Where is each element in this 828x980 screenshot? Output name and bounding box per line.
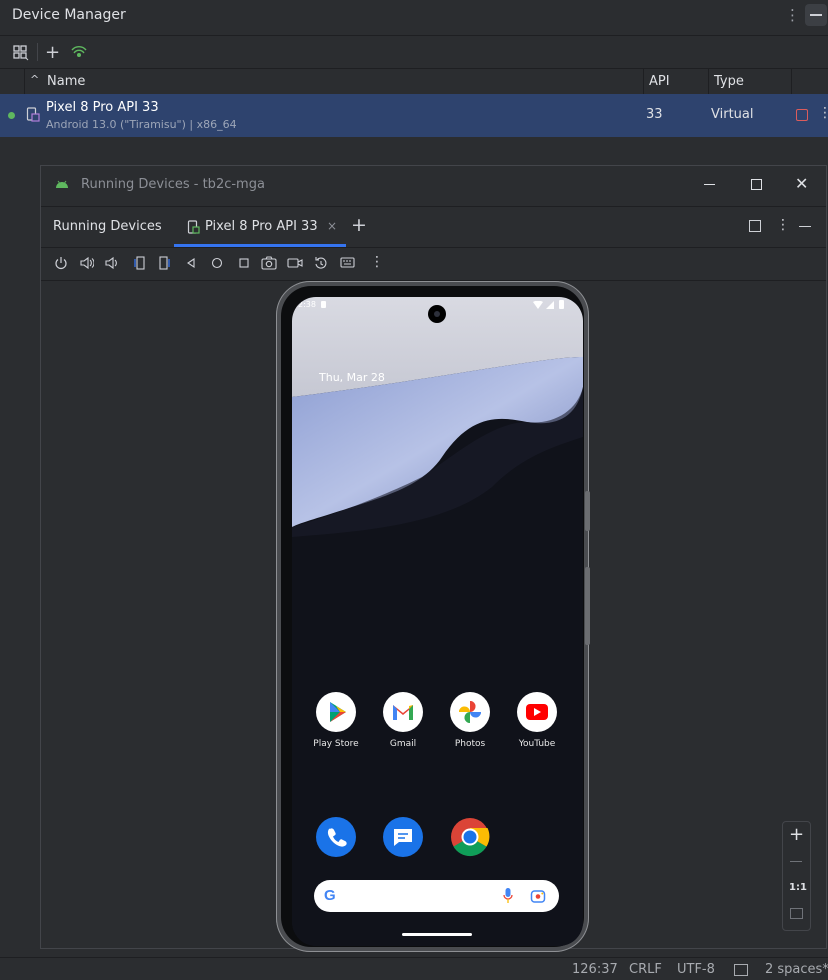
add-tab-button[interactable]: + xyxy=(351,214,367,236)
android-icon xyxy=(55,178,69,190)
add-device-button[interactable]: + xyxy=(45,42,60,63)
google-search-bar[interactable]: G xyxy=(314,880,559,912)
app-label: Gmail xyxy=(389,739,417,749)
zoom-out-button[interactable] xyxy=(790,861,802,862)
sort-ascending-icon[interactable]: ^ xyxy=(30,73,39,86)
minimize-button[interactable] xyxy=(805,4,827,26)
front-camera xyxy=(428,305,446,323)
snapshot-restore-icon[interactable] xyxy=(314,256,328,270)
google-g-icon: G xyxy=(324,887,336,904)
device-details: Android 13.0 ("Tiramisu") | x86_64 xyxy=(46,118,237,131)
active-tab-indicator xyxy=(174,244,346,247)
ide-status-bar: 126:37 CRLF UTF-8 2 spaces* xyxy=(0,957,828,980)
app-youtube[interactable]: YouTube xyxy=(502,692,572,749)
minimize-icon xyxy=(810,14,822,16)
device-manager-title: Device Manager xyxy=(12,7,126,23)
stop-device-button[interactable] xyxy=(796,109,808,121)
zoom-controls: + 1:1 xyxy=(782,821,811,931)
panel-hide-icon[interactable] xyxy=(799,226,811,227)
readonly-toggle-icon[interactable] xyxy=(734,964,748,976)
tab-pixel-8-pro[interactable]: Pixel 8 Pro API 33 × xyxy=(174,207,346,247)
device-name: Pixel 8 Pro API 33 xyxy=(46,100,159,115)
rotate-right-icon[interactable] xyxy=(158,256,172,270)
zoom-actual-size-button[interactable]: 1:1 xyxy=(789,882,807,893)
column-api[interactable]: API xyxy=(649,74,670,89)
volume-up-icon[interactable] xyxy=(80,256,94,270)
phone-wifi-icon xyxy=(533,301,543,309)
phone-app-icon[interactable] xyxy=(316,817,356,857)
file-encoding[interactable]: UTF-8 xyxy=(677,962,715,977)
window-minimize-button[interactable] xyxy=(704,184,715,185)
device-type: Virtual xyxy=(711,107,754,122)
virtual-device-icon xyxy=(26,107,40,123)
home-icon[interactable] xyxy=(210,256,224,270)
overview-icon[interactable] xyxy=(237,256,251,270)
device-more-icon[interactable]: ⋮ xyxy=(818,105,828,121)
caret-position[interactable]: 126:37 xyxy=(572,962,618,977)
youtube-icon xyxy=(517,692,557,732)
voice-search-icon[interactable] xyxy=(503,887,513,904)
pair-wifi-icon[interactable] xyxy=(70,44,88,62)
line-ending[interactable]: CRLF xyxy=(629,962,662,977)
keyboard-icon[interactable] xyxy=(340,256,356,270)
device-table-header: ^ Name API Type xyxy=(0,69,828,94)
running-devices-tab-bar: Running Devices Pixel 8 Pro API 33 × + ⋮ xyxy=(41,207,826,248)
volume-down-icon[interactable] xyxy=(105,256,119,270)
screenshot-icon[interactable] xyxy=(261,256,277,270)
messages-app-icon[interactable] xyxy=(383,817,423,857)
zoom-fit-button[interactable] xyxy=(790,908,803,919)
photos-icon xyxy=(450,692,490,732)
phone-battery-icon xyxy=(559,300,564,309)
device-group-icon[interactable] xyxy=(12,44,30,62)
toolbar-more-icon[interactable]: ⋮ xyxy=(370,254,384,270)
indent-setting[interactable]: 2 spaces* xyxy=(765,962,828,977)
column-name[interactable]: Name xyxy=(47,74,85,89)
app-label: Play Store xyxy=(313,739,359,749)
phone-side-button xyxy=(585,491,590,531)
phone-clock: 2:38 xyxy=(298,300,316,309)
window-title: Running Devices - tb2c-mga xyxy=(81,177,265,192)
device-tab-icon xyxy=(187,220,201,235)
chrome-app-icon[interactable] xyxy=(450,817,490,857)
device-api: 33 xyxy=(646,107,663,122)
panel-title: Running Devices xyxy=(53,219,162,234)
phone-date[interactable]: Thu, Mar 28 xyxy=(319,371,385,384)
app-label: YouTube xyxy=(518,739,556,749)
app-play-store[interactable]: Play Store xyxy=(301,692,371,749)
phone-screen[interactable]: 2:38 Thu, Mar 28 Play Store Gmail Photos… xyxy=(292,297,583,946)
more-options-icon[interactable]: ⋮ xyxy=(785,6,800,24)
app-gmail[interactable]: Gmail xyxy=(368,692,438,749)
window-close-button[interactable]: ✕ xyxy=(795,174,808,193)
gesture-nav-bar[interactable] xyxy=(402,933,472,936)
emulator-toolbar: ⋮ xyxy=(41,248,826,281)
screen-record-icon[interactable] xyxy=(287,256,303,270)
back-icon[interactable] xyxy=(185,256,197,270)
tab-more-icon[interactable]: ⋮ xyxy=(776,217,790,233)
tab-close-icon[interactable]: × xyxy=(327,219,337,233)
app-label: Photos xyxy=(454,739,486,749)
restore-icon[interactable] xyxy=(749,220,761,232)
phone-side-button xyxy=(585,567,590,645)
phone-sim-icon xyxy=(321,301,326,308)
rotate-left-icon[interactable] xyxy=(132,256,146,270)
device-row-pixel-8-pro[interactable]: Pixel 8 Pro API 33 Android 13.0 ("Tirami… xyxy=(0,94,828,137)
app-photos[interactable]: Photos xyxy=(435,692,505,749)
tab-label: Pixel 8 Pro API 33 xyxy=(205,219,318,234)
zoom-in-button[interactable]: + xyxy=(789,824,804,845)
power-icon[interactable] xyxy=(54,256,68,270)
column-type[interactable]: Type xyxy=(714,74,744,89)
device-online-indicator xyxy=(8,112,15,119)
window-title-bar: Running Devices - tb2c-mga ✕ xyxy=(41,166,826,207)
gmail-icon xyxy=(383,692,423,732)
play-store-icon xyxy=(316,692,356,732)
phone-signal-icon xyxy=(546,301,554,309)
phone-frame: 2:38 Thu, Mar 28 Play Store Gmail Photos… xyxy=(276,281,590,952)
lens-icon[interactable] xyxy=(530,888,546,904)
window-maximize-button[interactable] xyxy=(751,179,762,190)
